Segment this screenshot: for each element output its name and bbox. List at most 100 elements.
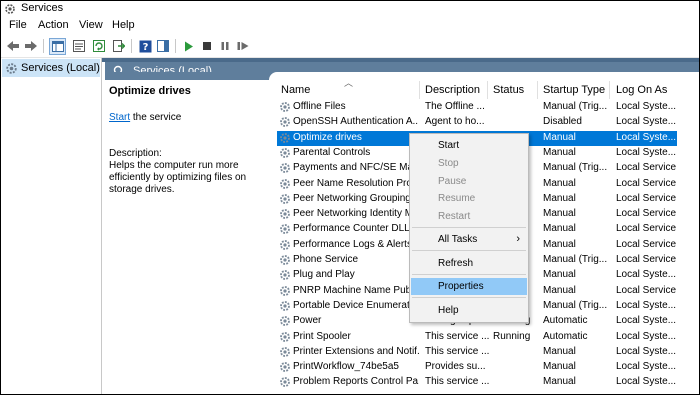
column-header-name[interactable]: Name [281,84,310,96]
context-menu-label: Pause [438,176,467,187]
window-title: Services [21,2,64,14]
title-bar: Services [1,1,699,17]
show-hide-console-tree-icon[interactable] [49,38,66,55]
context-menu-label: Start [438,140,460,151]
service-logon-cell: Local Syste... [616,299,676,311]
service-name-cell: PrintWorkflow_74be5a5 [293,361,399,373]
service-name-cell: Peer Networking Identity M [293,208,414,220]
context-menu-separator [412,297,526,298]
column-divider[interactable] [537,81,538,99]
service-startup-cell: Automatic [543,330,588,342]
refresh-icon[interactable] [91,38,107,54]
service-logon-cell: Local Service [616,208,676,220]
services-gear-icon [6,62,17,74]
context-menu-all-tasks[interactable]: All Tasks › [411,231,527,248]
service-startup-cell: Manual [543,208,576,220]
tree-item-services-local[interactable]: Services (Local) [2,59,100,77]
context-menu-stop[interactable]: Stop [411,155,527,172]
column-header-startup-type[interactable]: Startup Type [543,84,605,96]
context-menu-restart[interactable]: Restart [411,208,527,225]
service-row[interactable]: PrintWorkflow_74be5a5 Provides su... Manua… [277,360,677,375]
detail-service-title: Optimize drives [109,85,191,97]
submenu-chevron-icon: › [516,233,520,245]
column-divider[interactable] [609,81,610,99]
service-startup-cell: Manual (Trig... [543,254,608,265]
service-name-cell: Performance Logs & Alerts [293,238,412,250]
column-divider[interactable] [487,81,488,99]
service-gear-icon [279,239,291,251]
column-header-log-on-as[interactable]: Log On As [616,84,667,96]
help-icon[interactable]: ? [137,38,153,54]
service-gear-icon [279,331,291,343]
console-tree: Services (Local) [1,58,102,394]
toolbar-separator [131,39,132,53]
back-arrow-icon[interactable] [5,38,21,54]
service-logon-cell: Local Service [616,254,676,265]
service-startup-cell: Manual [543,361,576,373]
menu-help[interactable]: Help [112,19,135,31]
service-name-cell: Problem Reports Control Pa... [293,376,419,388]
service-startup-cell: Manual (Trig... [543,299,608,311]
service-logon-cell: Local Service [616,177,676,189]
stop-service-icon[interactable] [199,38,215,54]
column-header-description[interactable]: Description [425,84,480,96]
export-list-icon[interactable] [111,38,127,54]
service-startup-cell: Manual [543,192,576,204]
menu-view[interactable]: View [79,19,103,31]
menu-action[interactable]: Action [38,19,69,31]
service-name-cell: Optimize drives [293,131,362,143]
service-gear-icon [279,300,291,312]
context-menu-refresh[interactable]: Refresh [411,255,527,272]
service-logon-cell: Local Service [616,192,676,204]
service-gear-icon [279,193,291,205]
service-startup-cell: Manual [543,223,576,235]
column-divider[interactable] [419,81,420,99]
service-startup-cell: Manual [543,284,576,296]
service-desc-cell: The Offline ... [425,101,485,112]
forward-arrow-icon[interactable] [23,38,39,54]
context-menu-pause[interactable]: Pause [411,173,527,190]
service-gear-icon [279,361,291,373]
service-row[interactable]: Problem Reports Control Pa... This servic… [277,375,677,390]
toolbar: ? [1,35,699,58]
context-menu-properties[interactable]: Properties [411,278,527,295]
context-menu-separator [412,227,526,228]
menu-file[interactable]: File [9,19,27,31]
service-startup-cell: Manual [543,376,576,388]
properties-sheet-icon[interactable] [71,38,87,54]
service-row[interactable]: Offline Files The Offline ... Manual (Trig… [277,100,677,115]
service-gear-icon [279,223,291,235]
service-desc-cell: Provides su... [425,361,486,373]
service-name-cell: Printer Extensions and Notif... [293,345,419,357]
restart-service-icon[interactable] [235,38,251,54]
service-name-cell: Parental Controls [293,146,371,158]
context-menu-help[interactable]: Help [411,302,527,319]
start-service-link[interactable]: Start [109,112,130,123]
service-gear-icon [279,132,291,144]
service-row[interactable]: Print Spooler This service ... Running Auto… [277,330,677,345]
start-service-icon[interactable] [181,38,197,54]
service-gear-icon [279,254,291,266]
service-logon-cell: Local Syste... [616,345,676,357]
service-name-cell: Peer Networking Grouping [293,192,411,204]
service-logon-cell: Local Syste... [616,131,676,143]
column-header-status[interactable]: Status [493,84,524,96]
service-gear-icon [279,147,291,159]
service-startup-cell: Manual (Trig... [543,101,608,112]
service-startup-cell: Manual [543,177,576,189]
vertical-scrollbar[interactable] [688,80,698,394]
service-name-cell: Print Spooler [293,330,351,342]
pause-service-icon[interactable] [217,38,233,54]
service-gear-icon [279,162,291,174]
context-menu-start[interactable]: Start [411,137,527,154]
service-logon-cell: Local Syste... [616,146,676,158]
service-logon-cell: Local Syste... [616,376,676,388]
toolbar-separator [175,39,176,53]
service-row[interactable]: OpenSSH Authentication A... Agent to ho..… [277,115,677,130]
service-logon-cell: Local Syste... [616,101,676,112]
show-action-pane-icon[interactable] [155,38,171,54]
service-desc-cell: This service ... [425,330,489,342]
service-row[interactable]: Printer Extensions and Notif... This serv… [277,345,677,360]
context-menu-resume[interactable]: Resume [411,190,527,207]
service-gear-icon [279,269,291,281]
